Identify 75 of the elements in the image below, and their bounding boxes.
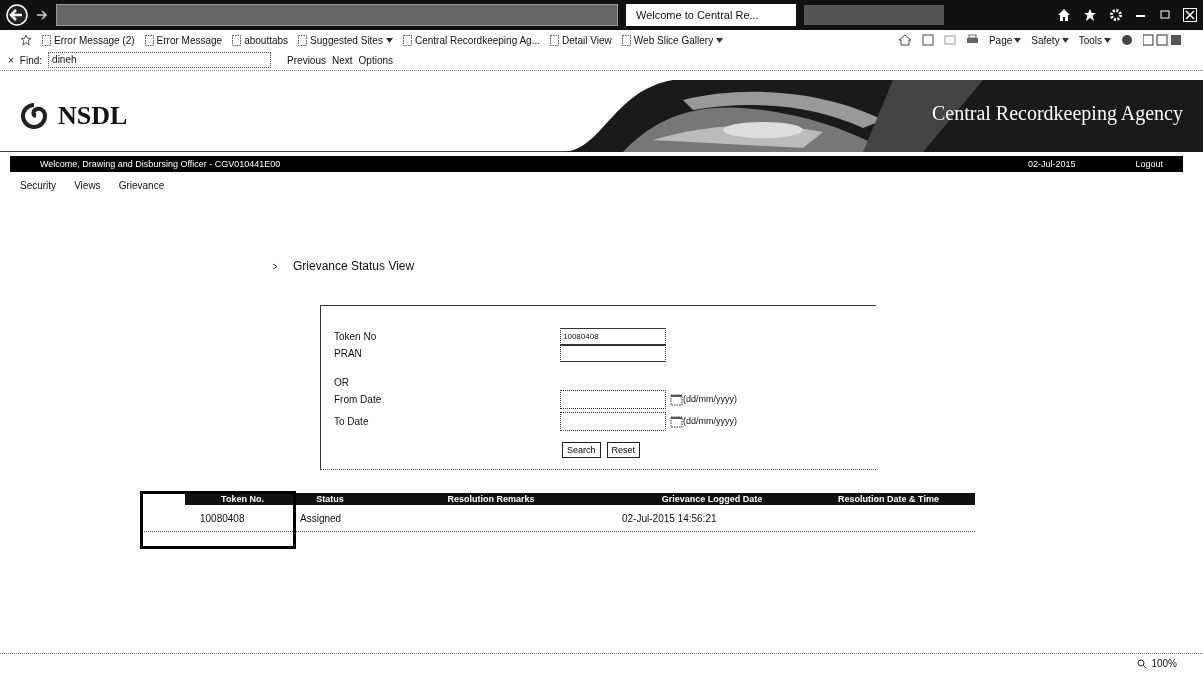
page-icon — [621, 34, 631, 46]
table-cell-text: 02-Jul-2015 14:56:21 — [622, 512, 718, 524]
forward-icon[interactable] — [36, 10, 48, 20]
zoom-level[interactable]: 100% — [1151, 658, 1177, 669]
help-icon[interactable] — [1121, 34, 1133, 46]
find-field[interactable]: dineh — [48, 52, 272, 68]
back-button[interactable] — [6, 4, 28, 26]
page-icon — [42, 34, 51, 46]
input-field[interactable] — [560, 345, 666, 362]
field-label: OR — [334, 376, 350, 388]
input-field[interactable]: 10080408 — [560, 328, 666, 345]
page-icon — [298, 34, 308, 46]
menu-item[interactable]: Grievance — [118, 180, 165, 191]
column-header: Resolution Remarks — [446, 494, 536, 504]
favorite-link[interactable]: Web Slice Gallery — [621, 34, 724, 46]
date-field[interactable] — [560, 411, 666, 431]
favorite-link[interactable]: Detail View — [550, 34, 612, 46]
form-button[interactable]: Reset — [606, 442, 641, 458]
browser-tab[interactable]: Welcome to Central Re... — [626, 4, 796, 26]
favorite-link[interactable]: Error Message (2) — [42, 34, 135, 46]
favorite-link[interactable]: Suggested Sites — [298, 34, 393, 46]
date-format-hint: (dd/mm/yyyy) — [683, 416, 737, 426]
column-header: Grievance Logged Date — [660, 494, 764, 504]
command-menu[interactable]: Tools — [1078, 34, 1111, 46]
column-header: Resolution Date & Time — [837, 494, 940, 504]
field-label: From Date — [334, 393, 383, 405]
favorite-link[interactable]: Central Recordkeeping Ag... — [402, 34, 540, 46]
settings-icon[interactable] — [1109, 8, 1123, 22]
find-button[interactable]: Options — [358, 54, 393, 66]
menu-item[interactable]: Views — [74, 180, 101, 191]
feeds-icon[interactable] — [921, 34, 934, 46]
page-icon — [144, 34, 154, 46]
menu-item[interactable]: Security — [20, 180, 57, 191]
favorites-star-icon[interactable] — [20, 34, 32, 46]
favorite-link[interactable]: abouttabs — [232, 34, 289, 46]
command-menu[interactable]: Page — [988, 34, 1022, 46]
field-label: PRAN — [334, 348, 363, 359]
caret-icon — [1014, 37, 1022, 43]
find-label: Find: — [19, 54, 43, 66]
find-button[interactable]: Next — [332, 54, 353, 66]
page-icon — [402, 34, 412, 46]
close-find-button[interactable]: × — [8, 54, 14, 66]
form-button[interactable]: Search — [562, 442, 601, 458]
field-label: To Date — [334, 415, 370, 427]
field-label: Token No — [334, 331, 378, 342]
column-header: Token No. — [220, 494, 265, 504]
home-icon[interactable] — [1057, 8, 1071, 22]
zoom-icon[interactable] — [1137, 658, 1148, 669]
star-icon[interactable] — [1083, 8, 1097, 22]
logo-icon — [20, 103, 48, 129]
command-menu[interactable]: Safety — [1031, 34, 1069, 46]
logout-link[interactable]: Logout — [1135, 159, 1163, 169]
caret-icon — [1104, 37, 1111, 43]
page-icon — [550, 34, 559, 46]
calendar-icon[interactable] — [670, 392, 683, 406]
print-icon[interactable] — [965, 34, 979, 46]
table-cell[interactable]: 10080408 — [140, 512, 300, 524]
page-title: Grievance Status View — [293, 259, 415, 273]
agency-title: Central Recordkeeping Agency — [931, 102, 1183, 125]
logo-text: NSDL — [58, 101, 128, 131]
find-button[interactable]: Previous — [287, 54, 326, 66]
date-text: 02-Jul-2015 — [1027, 159, 1076, 169]
date-format-hint: (dd/mm/yyyy) — [683, 394, 737, 404]
close-icon[interactable] — [1183, 8, 1197, 22]
table-cell-text: Assigned — [300, 512, 343, 524]
column-header: Status — [315, 494, 345, 504]
caret-icon — [1061, 37, 1069, 43]
favorite-link[interactable]: Error Message — [144, 34, 223, 46]
welcome-text: Welcome, Drawing and Disbursing Officer - CGV010441E00 — [40, 159, 281, 169]
home-page-icon[interactable] — [897, 34, 912, 46]
calendar-icon[interactable] — [670, 414, 683, 428]
date-field[interactable] — [560, 389, 666, 409]
page-icon — [232, 34, 242, 46]
maximize-icon[interactable] — [1159, 9, 1171, 21]
toolbar-icon[interactable] — [1143, 34, 1183, 46]
